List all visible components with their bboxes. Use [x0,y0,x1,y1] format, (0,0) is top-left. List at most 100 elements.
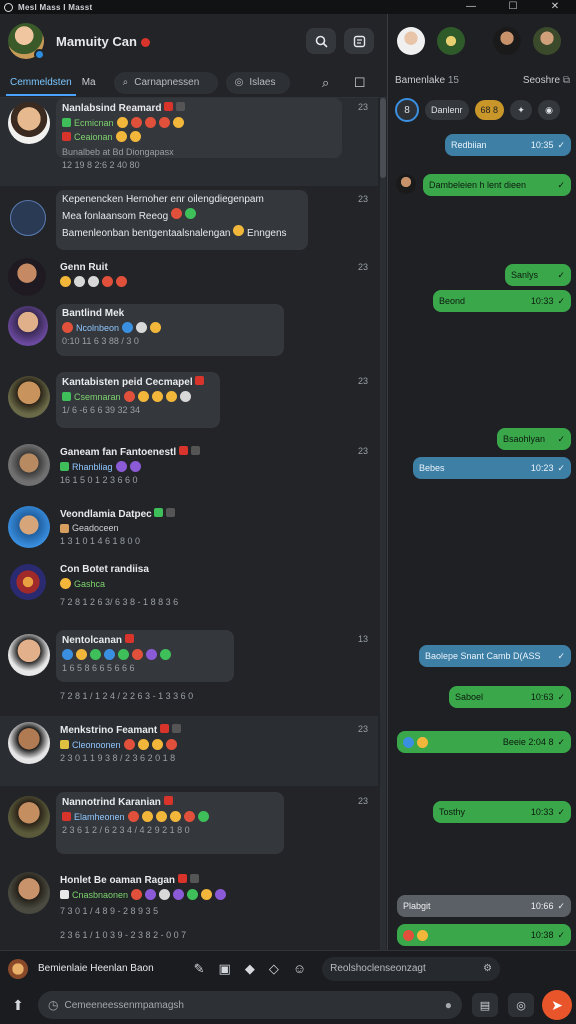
tab-conversations[interactable]: Cemmeldsten [6,71,76,96]
message-bubble[interactable]: Plabgit 10:66 ✓ [397,895,571,917]
message-preview: Con Botet randiisa Gashca 7 2 8 1 2 6 3/… [60,564,178,607]
avatar[interactable] [437,27,465,55]
list-item[interactable]: Genn Ruit 23 [0,258,378,302]
message-bubble[interactable]: Beond 10:33 ✓ [433,290,571,312]
close-button[interactable]: ✕ [534,0,576,14]
message-preview: Nanlabsind Reamard Ecmicnan Ceaionan Bun… [56,98,342,170]
timestamp: 13 [357,634,368,644]
file-button[interactable]: ▤ [472,993,498,1017]
status-dot [34,49,45,60]
message-bubble[interactable]: Tosthy 10:33 ✓ [433,801,571,823]
filter-chip[interactable]: Danlenr [425,100,469,120]
settings-gear-icon[interactable]: ⚙ [483,963,492,974]
filter-chip[interactable]: ◎ Islaes [225,71,290,94]
message-preview: Nentolcanan 1 6 5 8 6 6 5 6 6 6 [56,630,234,682]
preview-meta: 1 3 1 0 1 4 6 1 8 0 0 [60,536,141,546]
list-item[interactable]: Kepenencken Hernoher enr oilengdiegenpam… [0,190,378,254]
window-title: Mesl Mass I Masst [18,2,93,12]
list-item[interactable]: Con Botet randiisa Gashca 7 2 8 1 2 6 3/… [0,560,378,620]
message-bubble[interactable]: Redbiian 10:35 ✓ [445,134,571,156]
preview-line: Bamenleonban bentgentaalsnalengan Enngen… [62,225,302,239]
list-item[interactable]: Kantabisten peid Cecmapel Csemnaran 1/ 6… [0,372,378,436]
message-bubble[interactable]: Sanlys ✓ [505,264,571,286]
tag-icon[interactable]: ◆ [245,961,255,977]
settings-icon[interactable]: ✦ [510,100,533,120]
red-dot-icon [140,37,150,47]
tab-chat-left[interactable]: Bamenlake 15 [395,75,459,86]
reply-field[interactable]: Reolshoclenseonzagt ⚙ [322,956,501,981]
message-bubble[interactable]: Bebes 10:23 ✓ [413,457,571,479]
list-item[interactable]: Nannotrind Karanian Elamheonen 2 3 6 1 2… [0,792,378,858]
avatar[interactable] [533,27,561,55]
avatar [8,444,50,486]
sticker-avatar[interactable] [8,958,28,979]
avatar [10,200,46,236]
message-preview: Honlet Be oaman Ragan Cnasbnaonen 7 3 0 … [60,874,227,940]
message-preview: Ganeam fan Fantoenestl Rhanbliag 16 1 5 … [60,446,200,485]
avatar [8,722,50,764]
preview-line: Csemnaran [62,391,214,402]
preview-line: Ecmicnan [62,117,336,128]
message-input[interactable]: ◷ Cemeeneessenmpamagsh ● [38,991,462,1019]
preview-meta: 7 2 8 1 2 6 3/ 6 3 8 - 1 8 8 3 6 [60,597,179,607]
avatar [396,174,416,194]
send-icon: ➤ [551,996,563,1013]
avatar [8,796,50,838]
search-button[interactable] [306,28,336,54]
emoji-icon[interactable]: ☺ [293,961,306,977]
chat-pane: Bamenlake 15 Seoshre ⧉ 8 Danlenr 68 8 ✦ … [389,14,576,950]
contact-name: Ganeam fan Fantoenestl [60,446,200,458]
contact-name: Bantlind Mek [62,308,125,319]
message-preview: Genn Ruit [60,262,127,287]
mic-icon[interactable]: ● [445,998,452,1012]
list-item[interactable]: Honlet Be oaman Ragan Cnasbnaonen 7 3 0 … [0,868,378,948]
tab-second[interactable]: Ma [76,71,102,94]
profile-avatar[interactable] [8,23,45,60]
list-item[interactable]: Ganeam fan Fantoenestl Rhanbliag 16 1 5 … [0,440,378,502]
attach-icon[interactable]: ⬆ [8,997,28,1014]
filter-chip-highlight[interactable]: 68 8 [474,100,505,120]
list-item[interactable]: Veondlamia Datpec Geadoceen 1 3 1 0 1 4 … [0,504,378,556]
filter-circle[interactable]: 8 [395,98,419,122]
filter-icon: ◎ [234,77,244,88]
message-bubble[interactable]: 10:38 ✓ [397,924,571,946]
contact-name: Con Botet randiisa [60,564,149,575]
timestamp: 23 [357,446,368,456]
maximize-button[interactable]: ☐ [492,0,534,14]
send-button[interactable]: ➤ [542,990,572,1020]
tab-chat-right[interactable]: Seoshre ⧉ [523,75,570,86]
list-item[interactable]: Menkstrino Feamant Cleonoonen 2 3 0 1 1 … [0,716,378,786]
contact-avatars [389,14,576,68]
list-item[interactable]: Nentolcanan 1 6 5 8 6 6 5 6 6 6 7 2 8 1 … [0,630,378,704]
message-bubble[interactable]: Baolepe Snant Camb D(ASS ✓ [419,645,571,667]
message-bubble[interactable]: Dambeleien h lent dieen ✓ [423,174,571,196]
list-scrollbar[interactable] [380,98,386,950]
list-item[interactable]: Nanlabsind Reamard Ecmicnan Ceaionan Bun… [0,98,378,186]
diamond-icon[interactable]: ◇ [269,961,279,977]
edit-icon[interactable]: ☐ [350,75,370,91]
contact-name: Genn Ruit [60,262,108,273]
media-icon[interactable]: ▣ [219,961,231,977]
avatar [8,634,50,676]
avatar[interactable] [397,27,425,55]
message-bubble[interactable]: Saboel 10:63 ✓ [449,686,571,708]
message-bubble[interactable]: Beeie 2:04 8 ✓ [397,731,571,753]
scrollbar-thumb[interactable] [380,98,386,178]
camera-button[interactable]: ◎ [508,993,534,1017]
avatar[interactable] [493,27,521,55]
input-placeholder: Cemeeneessenmpamagsh [64,999,184,1011]
compose-icon [353,35,365,47]
preview-meta: 1 6 5 8 6 6 5 6 6 6 [62,663,135,673]
minimize-button[interactable]: — [450,0,492,14]
message-preview: Veondlamia Datpec Geadoceen 1 3 1 0 1 4 … [60,508,176,546]
pen-icon[interactable]: ✎ [194,961,205,977]
preview-meta: 0:10 11 6 3 88 / 3 0 [62,336,139,346]
list-item[interactable]: Bantlind Mek Ncolnbeon 0:10 11 6 3 88 / … [0,304,378,358]
message-preview: Bantlind Mek Ncolnbeon 0:10 11 6 3 88 / … [56,304,284,356]
message-bubble[interactable]: Bsaohlyan ✓ [497,428,571,450]
new-chat-button[interactable] [344,28,374,54]
search-field[interactable]: ⌕ Carnapnessen [113,71,218,94]
search-list-icon[interactable]: ⌕ [316,75,336,91]
eye-icon[interactable]: ◉ [538,100,561,120]
preview-line: Gashca [60,578,178,589]
